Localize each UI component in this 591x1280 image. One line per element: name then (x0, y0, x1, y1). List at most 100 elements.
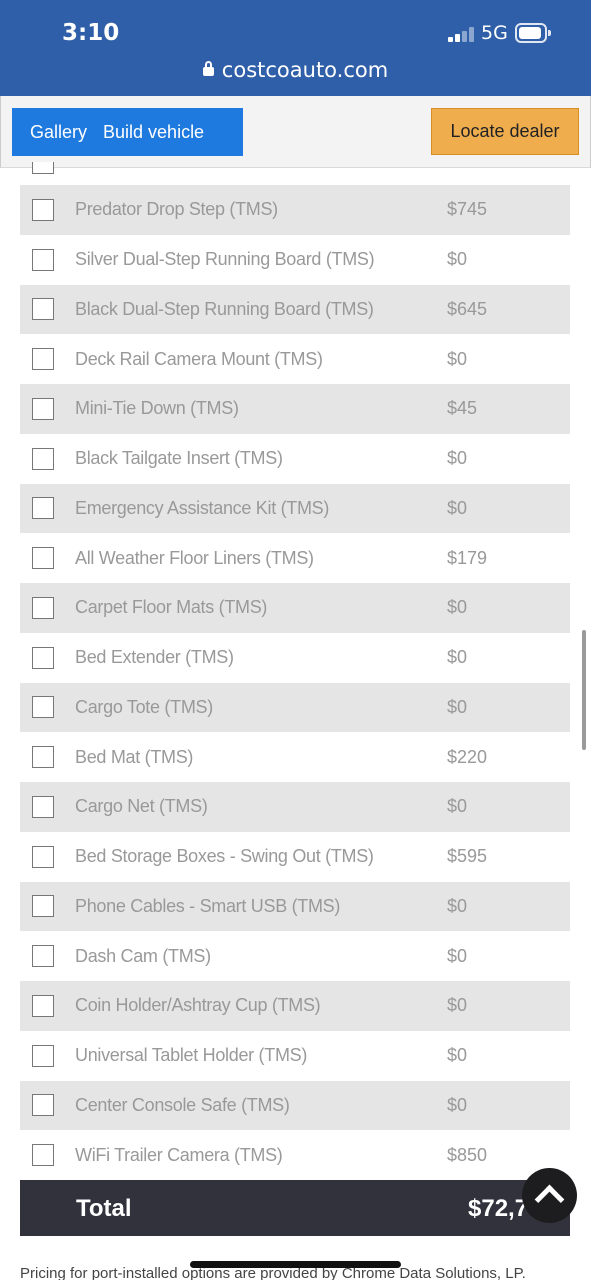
option-checkbox[interactable] (32, 447, 54, 470)
cellular-signal-icon (448, 26, 476, 42)
option-checkbox[interactable] (32, 1044, 54, 1067)
option-name: Bed Extender (TMS) (75, 647, 234, 668)
option-checkbox[interactable] (32, 198, 54, 221)
scrollbar[interactable] (582, 630, 586, 750)
option-name: Phone Cables - Smart USB (TMS) (75, 895, 341, 916)
option-price: $0 (447, 696, 468, 717)
option-price: $0 (447, 348, 468, 369)
option-price: $0 (447, 448, 468, 469)
option-name: Cargo Net (TMS) (75, 796, 208, 817)
option-row: Universal Tablet Holder (TMS) $0 (20, 1030, 570, 1081)
option-checkbox[interactable] (32, 1094, 54, 1117)
option-price: $0 (447, 249, 468, 270)
options-list: Predator Drop Step (TMS) $745 Silver Dual-… (20, 185, 570, 1180)
option-row: Bed Extender (TMS) $0 (20, 632, 570, 683)
option-checkbox[interactable] (32, 397, 54, 420)
build-vehicle-link[interactable]: Build vehicle (103, 122, 220, 143)
option-name: Coin Holder/Ashtray Cup (TMS) (75, 995, 321, 1016)
option-checkbox[interactable] (32, 845, 54, 868)
option-price: $0 (447, 995, 468, 1016)
option-name: Emergency Assistance Kit (TMS) (75, 497, 330, 518)
option-row: Emergency Assistance Kit (TMS) $0 (20, 483, 570, 534)
option-row: Cargo Tote (TMS) $0 (20, 682, 570, 733)
total-label: Total (76, 1195, 132, 1222)
option-row: Mini-Tie Down (TMS) $45 (20, 384, 570, 434)
option-checkbox[interactable] (32, 646, 54, 669)
option-checkbox[interactable] (32, 696, 54, 719)
option-name: Silver Dual-Step Running Board (TMS) (75, 249, 375, 270)
option-price: $645 (447, 298, 488, 319)
option-price: $0 (447, 1094, 468, 1115)
total-value: $72,7 (468, 1195, 529, 1222)
option-checkbox[interactable] (32, 547, 54, 570)
option-name: Carpet Floor Mats (TMS) (75, 597, 268, 618)
option-checkbox[interactable] (32, 497, 54, 520)
list-item-partial (20, 162, 570, 185)
option-row: Black Tailgate Insert (TMS) $0 (20, 433, 570, 484)
option-checkbox[interactable] (32, 746, 54, 769)
option-name: Dash Cam (TMS) (75, 945, 211, 966)
option-row: Predator Drop Step (TMS) $745 (20, 185, 570, 235)
lock-icon (202, 61, 214, 76)
option-name: Cargo Tote (TMS) (75, 696, 213, 717)
option-row: Silver Dual-Step Running Board (TMS) $0 (20, 234, 570, 285)
option-price: $595 (447, 846, 488, 867)
site-nav: Gallery Build vehicle Locate dealer (0, 96, 591, 168)
option-price: $0 (447, 597, 468, 618)
option-checkbox[interactable] (32, 596, 54, 619)
option-row: WiFi Trailer Camera (TMS) $850 (20, 1130, 570, 1180)
option-row: Coin Holder/Ashtray Cup (TMS) $0 (20, 981, 570, 1031)
option-checkbox[interactable] (32, 348, 54, 371)
locate-dealer-button[interactable]: Locate dealer (431, 108, 579, 155)
option-name: WiFi Trailer Camera (TMS) (75, 1144, 283, 1165)
option-row: Black Dual-Step Running Board (TMS) $645 (20, 284, 570, 335)
gallery-link[interactable]: Gallery (12, 122, 103, 143)
option-name: Universal Tablet Holder (TMS) (75, 1045, 308, 1066)
option-row: All Weather Floor Liners (TMS) $179 (20, 533, 570, 583)
option-row: Carpet Floor Mats (TMS) $0 (20, 583, 570, 633)
option-checkbox[interactable] (32, 994, 54, 1017)
option-row: Center Console Safe (TMS) $0 (20, 1080, 570, 1131)
option-checkbox[interactable] (32, 795, 54, 818)
option-name: Predator Drop Step (TMS) (75, 199, 278, 220)
nav-button-group: Gallery Build vehicle (12, 108, 243, 156)
option-row: Cargo Net (TMS) $0 (20, 782, 570, 832)
option-name: Bed Storage Boxes - Swing Out (TMS) (75, 846, 374, 867)
option-name: Mini-Tie Down (TMS) (75, 398, 239, 419)
option-price: $850 (447, 1144, 488, 1165)
option-price: $0 (447, 895, 468, 916)
option-price: $0 (447, 497, 468, 518)
option-price: $0 (447, 945, 468, 966)
option-row: Bed Storage Boxes - Swing Out (TMS) $595 (20, 831, 570, 882)
option-checkbox[interactable] (32, 298, 54, 321)
option-checkbox[interactable] (32, 1144, 54, 1167)
scroll-to-top-button[interactable] (522, 1168, 577, 1223)
url-bar[interactable]: costcoauto.com (0, 58, 591, 82)
network-type: 5G (481, 22, 508, 44)
option-name: Black Dual-Step Running Board (TMS) (75, 298, 374, 319)
option-price: $179 (447, 547, 488, 568)
option-name: All Weather Floor Liners (TMS) (75, 547, 314, 568)
battery-icon (515, 23, 551, 43)
option-row: Dash Cam (TMS) $0 (20, 931, 570, 981)
option-checkbox[interactable] (32, 248, 54, 271)
option-checkbox[interactable] (32, 162, 54, 174)
home-indicator[interactable] (190, 1261, 401, 1268)
option-name: Bed Mat (TMS) (75, 746, 194, 767)
option-checkbox[interactable] (32, 895, 54, 918)
total-bar: Total $72,7 (20, 1180, 570, 1236)
option-name: Black Tailgate Insert (TMS) (75, 448, 283, 469)
url-text: costcoauto.com (221, 58, 389, 82)
option-price: $220 (447, 746, 488, 767)
option-row: Phone Cables - Smart USB (TMS) $0 (20, 881, 570, 932)
option-row: Bed Mat (TMS) $220 (20, 732, 570, 782)
option-price: $0 (447, 796, 468, 817)
option-checkbox[interactable] (32, 945, 54, 968)
option-price: $0 (447, 647, 468, 668)
option-name: Center Console Safe (TMS) (75, 1094, 290, 1115)
option-price: $0 (447, 1045, 468, 1066)
option-row: Deck Rail Camera Mount (TMS) $0 (20, 334, 570, 384)
option-price: $45 (447, 398, 478, 419)
status-time: 3:10 (62, 20, 120, 46)
option-price: $745 (447, 199, 488, 220)
